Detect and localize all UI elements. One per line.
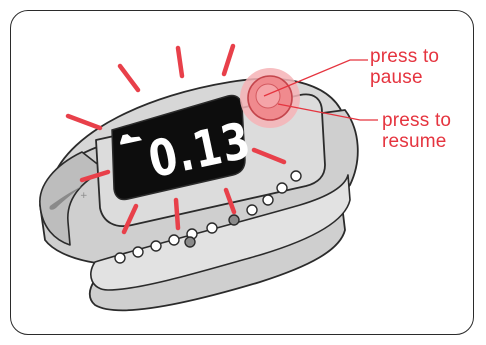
page: 0.13 + press to pause press to resume: [0, 0, 486, 345]
start-stop-button-icon[interactable]: [240, 68, 300, 128]
flash-ray: [175, 45, 185, 79]
band-hole: [290, 170, 302, 182]
band-hole: [276, 182, 288, 194]
band-hole: [150, 240, 162, 252]
band-hole: [114, 252, 126, 264]
band-hole: [262, 194, 274, 206]
band-hole: [206, 222, 218, 234]
band-hole: [184, 236, 196, 248]
press-to-resume-label: press to resume: [382, 110, 452, 152]
band-hole: [246, 204, 258, 216]
band-hole: [132, 246, 144, 258]
band-hole: [168, 234, 180, 246]
band-hole: [228, 214, 240, 226]
flash-ray: [117, 63, 141, 93]
flash-ray: [173, 197, 181, 231]
svg-text:+: +: [80, 191, 88, 201]
flash-ray: [221, 43, 236, 77]
press-to-pause-label: press to pause: [370, 46, 440, 88]
flash-ray: [65, 113, 103, 131]
